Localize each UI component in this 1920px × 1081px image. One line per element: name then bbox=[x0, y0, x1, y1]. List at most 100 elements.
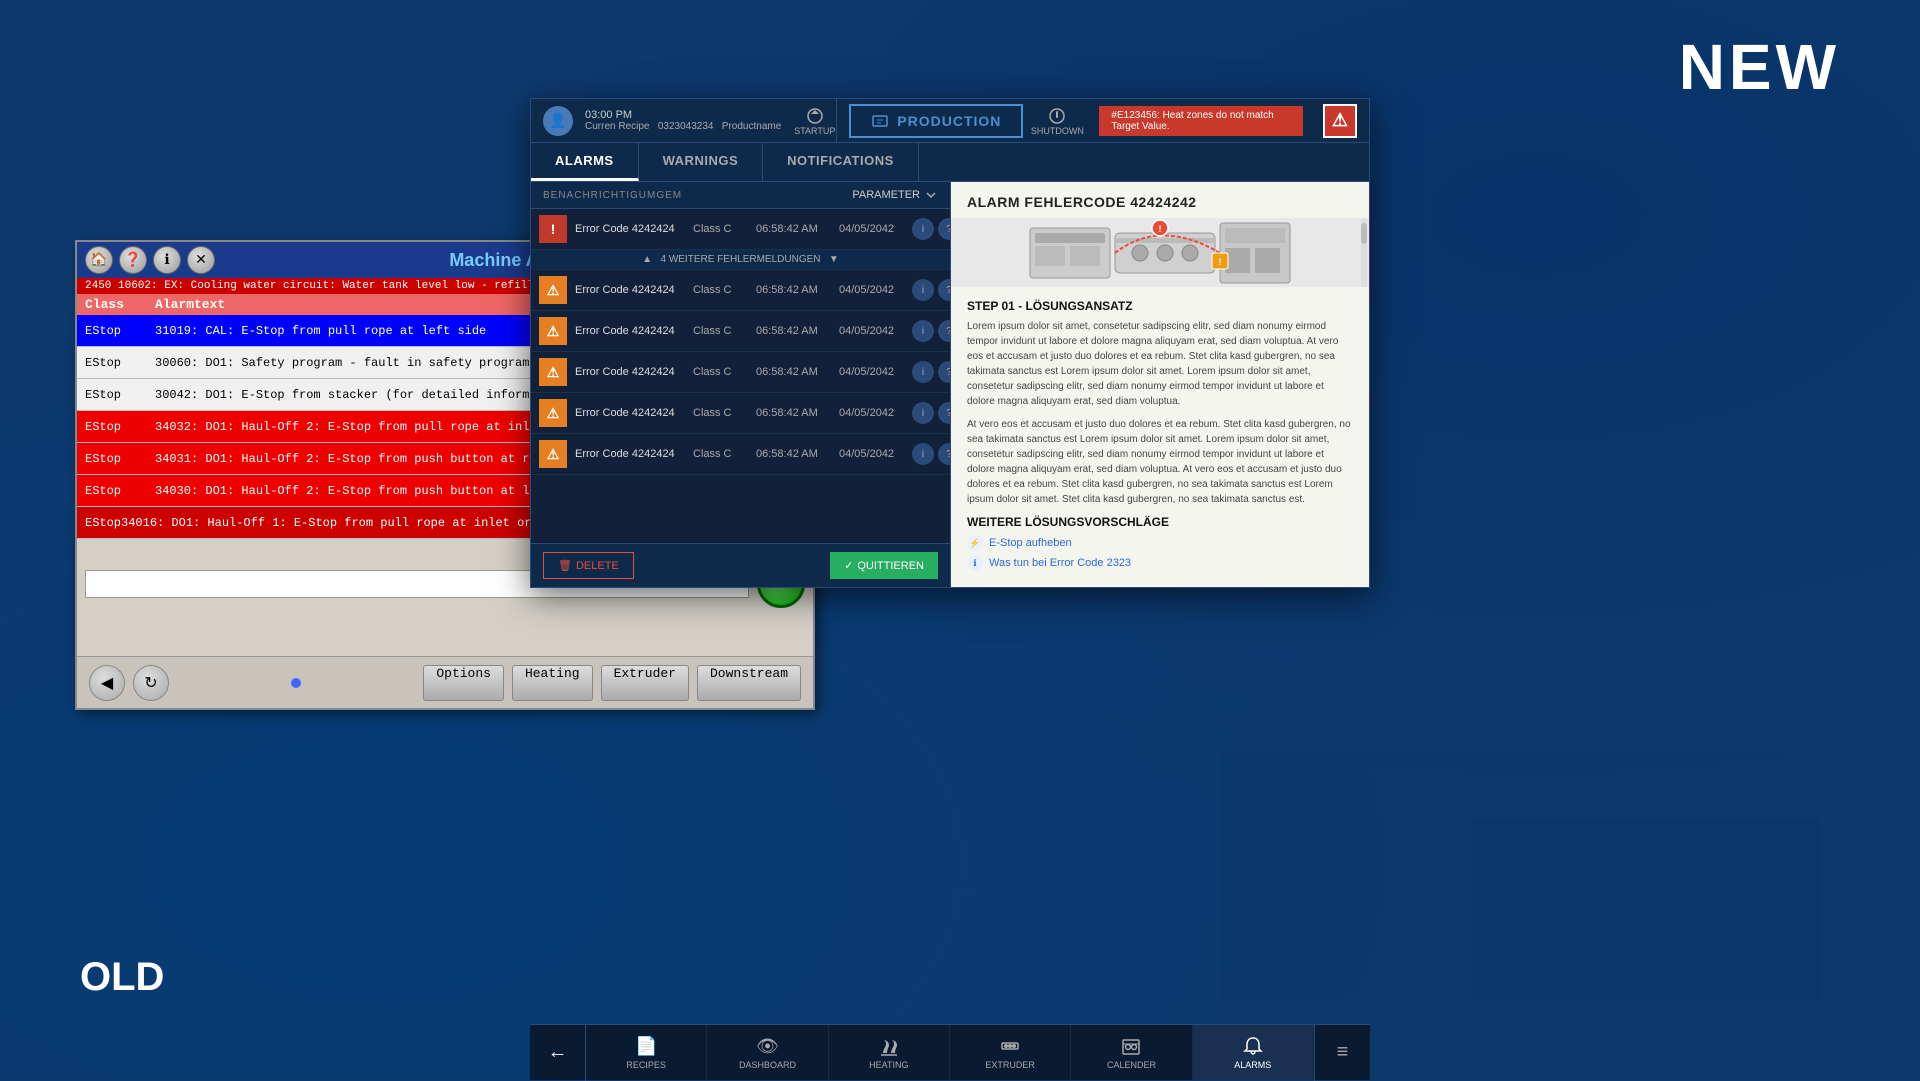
nav-hamburger-btn[interactable]: ≡ bbox=[1314, 1025, 1370, 1081]
alarm-row-5[interactable]: ⚠ Error Code 4242424 Class C 06:58:42 AM… bbox=[531, 434, 950, 475]
old-heating-btn[interactable]: Heating bbox=[512, 665, 593, 701]
quittieren-label: QUITTIEREN bbox=[857, 560, 924, 572]
old-info-btn[interactable]: ℹ bbox=[153, 246, 181, 274]
new-header: 👤 03:00 PM Curren Recipe 0323043234 Prod… bbox=[531, 99, 1369, 143]
alarm-code-0: Error Code 4242424 bbox=[575, 223, 685, 235]
tab-alarms[interactable]: ALARMS bbox=[531, 143, 639, 181]
alarm-help-btn-3[interactable]: ? bbox=[938, 361, 950, 383]
param-filter[interactable]: PARAMETER bbox=[852, 188, 938, 202]
nav-startup-btn[interactable]: STARTUP bbox=[793, 99, 837, 143]
alarm-help-btn-0[interactable]: ? bbox=[938, 218, 950, 240]
old-back-btn[interactable]: ◀ bbox=[89, 665, 125, 701]
tab-notifications[interactable]: NOTIFICATIONS bbox=[763, 143, 919, 181]
alarm-class-3: Class C bbox=[693, 366, 748, 378]
alarm-row-2[interactable]: ⚠ Error Code 4242424 Class C 06:58:42 AM… bbox=[531, 311, 950, 352]
alert-banner: #E123456: Heat zones do not match Target… bbox=[1099, 106, 1303, 136]
tab-warnings[interactable]: WARNINGS bbox=[639, 143, 764, 181]
solution-icon-2: ℹ bbox=[967, 555, 983, 571]
step-title: STEP 01 - LÖSUNGSANSATZ bbox=[967, 299, 1353, 313]
calender-icon bbox=[1120, 1035, 1142, 1057]
solution-icon-1: ⚡ bbox=[967, 535, 983, 551]
alarm-icon-3: ⚠ bbox=[539, 358, 567, 386]
solution-link-1[interactable]: ⚡ E-Stop aufheben bbox=[967, 535, 1353, 551]
nav-item-extruder[interactable]: EXTRUDER bbox=[950, 1025, 1071, 1080]
alarm-row-1[interactable]: ⚠ Error Code 4242424 Class C 06:58:42 AM… bbox=[531, 270, 950, 311]
alarm-row-0[interactable]: ! Error Code 4242424 Class C 06:58:42 AM… bbox=[531, 209, 950, 250]
old-nav-bar: ◀ ↻ Options Heating Extruder Downstream bbox=[77, 656, 813, 708]
dashboard-label: DASHBOARD bbox=[739, 1060, 796, 1070]
new-bottom-nav: ← 📄 RECIPES 👁 DASHBOARD HEATING EXTRUDER bbox=[530, 1024, 1370, 1080]
dashboard-icon: 👁 bbox=[756, 1036, 779, 1057]
alarm-date-4: 04/05/2042 bbox=[839, 407, 904, 419]
param-label: PARAMETER bbox=[852, 189, 920, 201]
filter-bar: BENACHRICHTIGUMGEM PARAMETER bbox=[531, 182, 950, 209]
alarm-info-btn-4[interactable]: i bbox=[912, 402, 934, 424]
step-text-2: At vero eos et accusam et justo duo dolo… bbox=[967, 417, 1353, 507]
old-close-btn[interactable]: ✕ bbox=[187, 246, 215, 274]
nav-item-recipes[interactable]: 📄 RECIPES bbox=[586, 1025, 707, 1080]
old-alarm-class-6: EStop bbox=[85, 516, 121, 530]
old-alarm-class-1: EStop bbox=[85, 356, 155, 370]
recipes-icon: 📄 bbox=[635, 1036, 657, 1057]
heating-icon bbox=[878, 1035, 900, 1057]
alarm-help-btn-4[interactable]: ? bbox=[938, 402, 950, 424]
detail-title: ALARM FEHLERCODE 42424242 bbox=[951, 182, 1369, 218]
old-options-btn[interactable]: Options bbox=[423, 665, 504, 701]
alarm-date-2: 04/05/2042 bbox=[839, 325, 904, 337]
old-label: OLD bbox=[80, 955, 164, 1000]
alarm-help-btn-2[interactable]: ? bbox=[938, 320, 950, 342]
delete-label: DELETE bbox=[576, 560, 619, 572]
alarm-code-3: Error Code 4242424 bbox=[575, 366, 685, 378]
detail-panel: ALARM FEHLERCODE 42424242 bbox=[951, 182, 1369, 587]
bg-panel-2 bbox=[1470, 820, 1870, 1020]
solution-link-2[interactable]: ℹ Was tun bei Error Code 2323 bbox=[967, 555, 1353, 571]
alarm-info-btn-1[interactable]: i bbox=[912, 279, 934, 301]
old-extruder-btn[interactable]: Extruder bbox=[601, 665, 689, 701]
alarm-row-3[interactable]: ⚠ Error Code 4242424 Class C 06:58:42 AM… bbox=[531, 352, 950, 393]
alarm-row-4[interactable]: ⚠ Error Code 4242424 Class C 06:58:42 AM… bbox=[531, 393, 950, 434]
nav-item-dashboard[interactable]: 👁 DASHBOARD bbox=[707, 1025, 828, 1080]
alert-icon[interactable]: ⚠ bbox=[1323, 104, 1357, 138]
detail-scrollbar[interactable] bbox=[1361, 218, 1367, 287]
alarm-date-3: 04/05/2042 bbox=[839, 366, 904, 378]
old-downstream-btn[interactable]: Downstream bbox=[697, 665, 801, 701]
alarm-info-btn-3[interactable]: i bbox=[912, 361, 934, 383]
more-errors-bar[interactable]: ▲ 4 WEITERE FEHLERMELDUNGEN ▼ bbox=[531, 250, 950, 270]
alarm-info-btn-2[interactable]: i bbox=[912, 320, 934, 342]
old-home-btn[interactable]: 🏠 bbox=[85, 246, 113, 274]
nav-item-alarms[interactable]: ALARMS bbox=[1193, 1025, 1314, 1080]
alarm-info-btn-5[interactable]: i bbox=[912, 443, 934, 465]
alarm-help-btn-5[interactable]: ? bbox=[938, 443, 950, 465]
alarm-date-1: 04/05/2042 bbox=[839, 284, 904, 296]
nav-shutdown-btn[interactable]: SHUTDOWN bbox=[1035, 99, 1079, 143]
header-time: 03:00 PM bbox=[585, 109, 781, 121]
scrollbar-thumb bbox=[1361, 223, 1367, 244]
calender-label: CALENDER bbox=[1107, 1060, 1156, 1070]
quittieren-btn[interactable]: ✓ QUITTIEREN bbox=[830, 552, 938, 579]
nav-startup-label: STARTUP bbox=[794, 126, 835, 136]
nav-item-calender[interactable]: CALENDER bbox=[1071, 1025, 1192, 1080]
alarm-time-0: 06:58:42 AM bbox=[756, 223, 831, 235]
alarm-time-1: 06:58:42 AM bbox=[756, 284, 831, 296]
alarm-info-btn-0[interactable]: i bbox=[912, 218, 934, 240]
alarm-actions-0: i ? ✓ bbox=[912, 218, 950, 240]
alarms-list: ! Error Code 4242424 Class C 06:58:42 AM… bbox=[531, 209, 950, 543]
alert-text: #E123456: Heat zones do not match Target… bbox=[1111, 110, 1291, 132]
machine-diagram: ! ! bbox=[951, 218, 1369, 287]
old-refresh-btn[interactable]: ↻ bbox=[133, 665, 169, 701]
old-alarm-class-2: EStop bbox=[85, 388, 155, 402]
nav-production-btn[interactable]: PRODUCTION bbox=[849, 104, 1023, 138]
alarm-date-0: 04/05/2042 bbox=[839, 223, 904, 235]
alarm-icon-2: ⚠ bbox=[539, 317, 567, 345]
alarms-panel: BENACHRICHTIGUMGEM PARAMETER ! Error Cod… bbox=[531, 182, 951, 587]
alarm-icon-5: ⚠ bbox=[539, 440, 567, 468]
nav-item-heating[interactable]: HEATING bbox=[829, 1025, 950, 1080]
hamburger-icon: ≡ bbox=[1337, 1041, 1349, 1064]
alarm-time-4: 06:58:42 AM bbox=[756, 407, 831, 419]
old-help-btn[interactable]: ❓ bbox=[119, 246, 147, 274]
old-alarm-class-3: EStop bbox=[85, 420, 155, 434]
alarm-help-btn-1[interactable]: ? bbox=[938, 279, 950, 301]
old-alarm-class-0: EStop bbox=[85, 324, 155, 338]
nav-back-btn[interactable]: ← bbox=[530, 1025, 586, 1081]
delete-btn[interactable]: 🗑 DELETE bbox=[543, 552, 634, 579]
